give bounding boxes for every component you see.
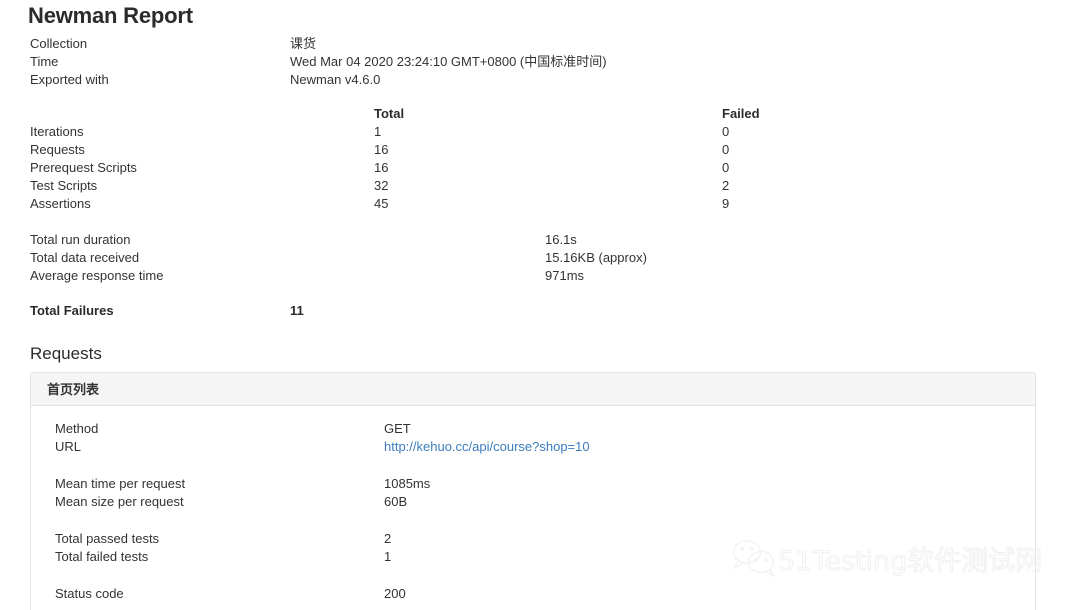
stats-row-total: 16	[374, 142, 389, 157]
stats-row-total: 45	[374, 196, 389, 211]
stats-header-total: Total	[374, 106, 405, 121]
summary-value: 15.16KB (approx)	[545, 250, 647, 265]
meta-row: Time Wed Mar 04 2020 23:24:10 GMT+0800 (中…	[0, 53, 1080, 71]
request-detail-row: Method GET	[31, 420, 1035, 438]
summary-label: Average response time	[30, 268, 164, 283]
total-failures-label: Total Failures	[30, 303, 114, 318]
request-detail-row: Status code 200	[31, 585, 1035, 603]
summary-value: 16.1s	[545, 232, 577, 247]
page-title: Newman Report	[28, 3, 193, 28]
request-detail-value: 1	[384, 549, 392, 564]
stats-row: Assertions 45 9	[0, 195, 1080, 213]
request-detail-value: 200	[384, 586, 406, 601]
summary-row: Average response time 971ms	[0, 267, 1080, 285]
summary-label: Total run duration	[30, 232, 131, 247]
request-row-gap	[31, 511, 1035, 530]
stats-header-failed: Failed	[722, 106, 760, 121]
report-meta-block: Collection 课货 Time Wed Mar 04 2020 23:24:10…	[0, 35, 1080, 89]
request-detail-label: Total passed tests	[55, 531, 160, 546]
stats-row-name: Assertions	[30, 196, 91, 211]
request-detail-row: Mean size per request 60B	[31, 493, 1035, 511]
stats-row: Test Scripts 32 2	[0, 177, 1080, 195]
meta-value: Wed Mar 04 2020 23:24:10 GMT+0800 (中国标准时…	[290, 54, 607, 69]
summary-value: 971ms	[545, 268, 585, 283]
request-url-link[interactable]: http://kehuo.cc/api/course?shop=10	[384, 439, 590, 454]
stats-row-failed: 9	[722, 196, 730, 211]
stats-row-name: Requests	[30, 142, 85, 157]
request-card-body: Method GET URL http://kehuo.cc/api/course?s…	[31, 406, 1035, 610]
meta-label: Collection	[30, 36, 88, 51]
stats-row-failed: 0	[722, 160, 730, 175]
request-detail-label: Mean size per request	[55, 494, 184, 509]
request-detail-row: URL http://kehuo.cc/api/course?shop=10	[31, 438, 1035, 456]
stats-row-failed: 0	[722, 142, 730, 157]
stats-table: Total Failed Iterations 1 0 Requests 16 0 Prereq…	[0, 105, 1080, 213]
meta-row: Collection 课货	[0, 35, 1080, 53]
request-detail-row: Mean time per request 1085ms	[31, 475, 1035, 493]
stats-row-failed: 0	[722, 124, 730, 139]
stats-row-name: Iterations	[30, 124, 84, 139]
request-url-value: http://kehuo.cc/api/course?shop=10	[384, 438, 590, 456]
request-detail-label: URL	[55, 439, 82, 454]
summary-row: Total run duration 16.1s	[0, 231, 1080, 249]
total-failures-row: Total Failures 11	[0, 302, 1080, 320]
meta-value: Newman v4.6.0	[290, 72, 381, 87]
stats-row-name: Test Scripts	[30, 178, 98, 193]
requests-section-heading: Requests	[30, 344, 102, 363]
request-detail-value: 1085ms	[384, 476, 431, 491]
request-row-gap	[31, 456, 1035, 475]
request-detail-value: GET	[384, 421, 411, 436]
request-detail-value: 2	[384, 531, 392, 546]
request-row-gap	[31, 566, 1035, 585]
request-card: 首页列表 Method GET URL http://kehuo.cc/api/cou…	[30, 372, 1036, 610]
request-detail-label: Mean time per request	[55, 476, 186, 491]
request-card-title: 首页列表	[31, 373, 1035, 406]
summary-row: Total data received 15.16KB (approx)	[0, 249, 1080, 267]
stats-row: Prerequest Scripts 16 0	[0, 159, 1080, 177]
meta-label: Exported with	[30, 72, 109, 87]
stats-row-total: 1	[374, 124, 382, 139]
stats-row-total: 32	[374, 178, 389, 193]
newman-report-page: Newman Report Collection 课货 Time Wed Mar 04…	[0, 0, 1080, 610]
meta-row: Exported with Newman v4.6.0	[0, 71, 1080, 89]
request-detail-row: Total failed tests 1	[31, 548, 1035, 566]
summary-label: Total data received	[30, 250, 140, 265]
stats-row-failed: 2	[722, 178, 730, 193]
stats-row: Requests 16 0	[0, 141, 1080, 159]
request-detail-label: Method	[55, 421, 99, 436]
stats-row-name: Prerequest Scripts	[30, 160, 137, 175]
request-detail-row: Total passed tests 2	[31, 530, 1035, 548]
request-detail-label: Status code	[55, 586, 124, 601]
request-detail-label: Total failed tests	[55, 549, 149, 564]
request-card-top-padding	[31, 406, 1035, 420]
meta-value: 课货	[290, 36, 317, 51]
meta-label: Time	[30, 54, 59, 69]
run-summary-block: Total run duration 16.1s Total data receiv…	[0, 231, 1080, 285]
total-failures-value: 11	[290, 303, 304, 318]
stats-header-row: Total Failed	[0, 105, 1080, 123]
stats-row: Iterations 1 0	[0, 123, 1080, 141]
request-detail-value: 60B	[384, 494, 408, 509]
stats-row-total: 16	[374, 160, 389, 175]
